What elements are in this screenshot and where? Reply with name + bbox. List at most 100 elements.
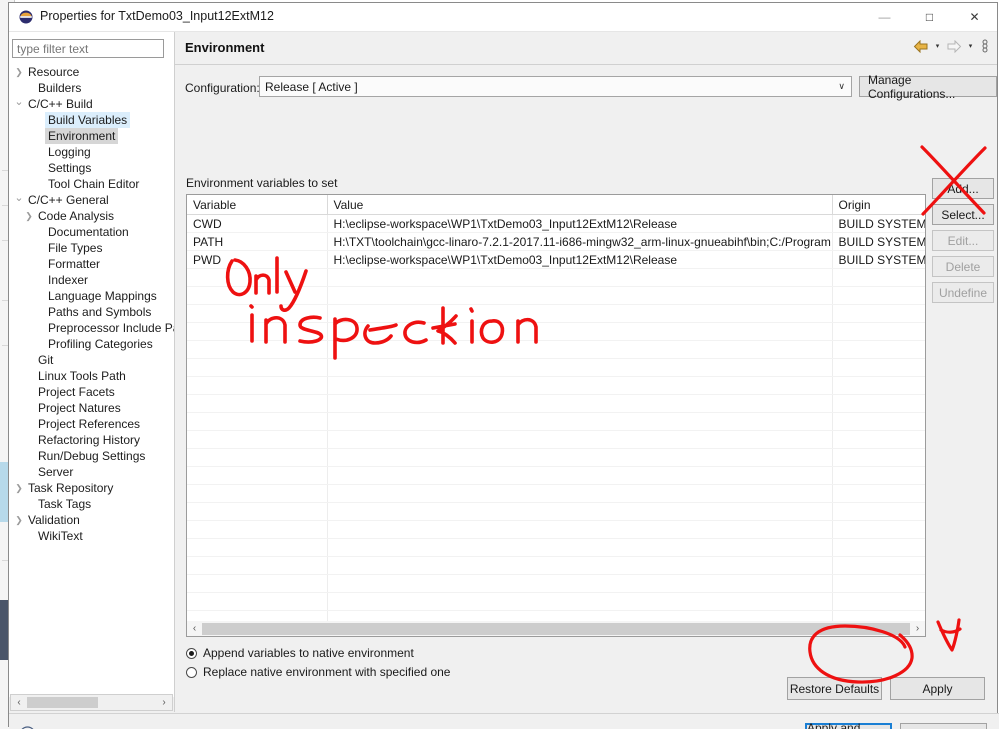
- table-empty-row[interactable]: [187, 575, 926, 593]
- properties-dialog: Properties for TxtDemo03_Input12ExtM12 —…: [8, 2, 998, 727]
- sidebar-item-c-c-build[interactable]: ⌄C/C++ Build: [9, 96, 174, 112]
- environment-table-wrapper: Variable Value Origin CWDH:\eclipse-work…: [186, 194, 926, 636]
- table-scroll-thumb[interactable]: [202, 623, 910, 635]
- table-empty-row[interactable]: [187, 341, 926, 359]
- sidebar-item-profiling-categories[interactable]: Profiling Categories: [9, 336, 174, 352]
- sidebar-item-preprocessor-include-pat[interactable]: Preprocessor Include Pat: [9, 320, 174, 336]
- table-empty-row[interactable]: [187, 449, 926, 467]
- table-row[interactable]: PWDH:\eclipse-workspace\WP1\TxtDemo03_In…: [187, 251, 926, 269]
- table-empty-row[interactable]: [187, 521, 926, 539]
- column-header-variable[interactable]: Variable: [187, 195, 327, 215]
- sidebar-item-project-natures[interactable]: Project Natures: [9, 400, 174, 416]
- sidebar-item-validation[interactable]: ❯Validation: [9, 512, 174, 528]
- chevron-right-icon[interactable]: ❯: [13, 512, 25, 528]
- restore-defaults-button[interactable]: Restore Defaults: [787, 677, 882, 700]
- minimize-button[interactable]: —: [862, 3, 907, 31]
- sidebar-item-task-repository[interactable]: ❯Task Repository: [9, 480, 174, 496]
- table-empty-row[interactable]: [187, 557, 926, 575]
- sidebar-item-server[interactable]: Server: [9, 464, 174, 480]
- maximize-button[interactable]: □: [907, 3, 952, 31]
- back-arrow-icon[interactable]: [913, 40, 929, 53]
- table-empty-row[interactable]: [187, 539, 926, 557]
- table-empty-row[interactable]: [187, 395, 926, 413]
- apply-and-close-button[interactable]: Apply and Close: [805, 723, 892, 729]
- table-empty-row[interactable]: [187, 431, 926, 449]
- sidebar-item-task-tags[interactable]: Task Tags: [9, 496, 174, 512]
- forward-dropdown-caret[interactable]: ▾: [966, 38, 975, 54]
- sidebar-item-wikitext[interactable]: WikiText: [9, 528, 174, 544]
- sidebar-item-linux-tools-path[interactable]: Linux Tools Path: [9, 368, 174, 384]
- table-row[interactable]: PATHH:\TXT\toolchain\gcc-linaro-7.2.1-20…: [187, 233, 926, 251]
- table-row[interactable]: CWDH:\eclipse-workspace\WP1\TxtDemo03_In…: [187, 215, 926, 233]
- table-empty-row[interactable]: [187, 305, 926, 323]
- radio-indicator[interactable]: [186, 648, 197, 659]
- table-empty-row[interactable]: [187, 467, 926, 485]
- filter-box[interactable]: [12, 39, 164, 58]
- table-empty-row[interactable]: [187, 323, 926, 341]
- table-empty-row[interactable]: [187, 593, 926, 611]
- table-empty-row[interactable]: [187, 413, 926, 431]
- filter-input[interactable]: [13, 40, 163, 57]
- settings-tree-pane: ❯ResourceBuilders⌄C/C++ BuildBuild Varia…: [9, 32, 174, 697]
- sidebar-item-builders[interactable]: Builders: [9, 80, 174, 96]
- table-scroll-left-arrow[interactable]: ‹: [187, 623, 202, 634]
- column-header-origin[interactable]: Origin: [832, 195, 926, 215]
- manage-configurations-button[interactable]: Manage Configurations...: [859, 76, 997, 97]
- sidebar-item-logging[interactable]: Logging: [9, 144, 174, 160]
- cancel-button[interactable]: Cancel: [900, 723, 987, 729]
- add-button[interactable]: Add...: [932, 178, 994, 199]
- tree-scroll-track[interactable]: [27, 697, 156, 708]
- sidebar-item-settings[interactable]: Settings: [9, 160, 174, 176]
- table-scroll-right-arrow[interactable]: ›: [910, 623, 925, 634]
- sidebar-item-code-analysis[interactable]: ❯Code Analysis: [9, 208, 174, 224]
- sidebar-item-resource[interactable]: ❯Resource: [9, 64, 174, 80]
- tree-scroll-thumb[interactable]: [27, 697, 98, 708]
- table-empty-row[interactable]: [187, 287, 926, 305]
- apply-button[interactable]: Apply: [890, 677, 985, 700]
- table-empty-row[interactable]: [187, 377, 926, 395]
- sidebar-item-indexer[interactable]: Indexer: [9, 272, 174, 288]
- sidebar-item-build-variables[interactable]: Build Variables: [9, 112, 174, 128]
- sidebar-item-paths-and-symbols[interactable]: Paths and Symbols: [9, 304, 174, 320]
- chevron-down-icon[interactable]: ⌄: [13, 94, 25, 110]
- sidebar-item-formatter[interactable]: Formatter: [9, 256, 174, 272]
- radio-indicator[interactable]: [186, 667, 197, 678]
- chevron-right-icon[interactable]: ❯: [23, 208, 35, 224]
- configuration-label: Configuration:: [185, 81, 260, 95]
- chevron-down-icon[interactable]: ⌄: [13, 190, 25, 206]
- sidebar-item-c-c-general[interactable]: ⌄C/C++ General: [9, 192, 174, 208]
- view-menu-icon[interactable]: [981, 38, 989, 54]
- sidebar-item-tool-chain-editor[interactable]: Tool Chain Editor: [9, 176, 174, 192]
- table-empty-row[interactable]: [187, 503, 926, 521]
- table-horizontal-scrollbar[interactable]: ‹ ›: [186, 621, 926, 637]
- sidebar-item-project-references[interactable]: Project References: [9, 416, 174, 432]
- sidebar-item-refactoring-history[interactable]: Refactoring History: [9, 432, 174, 448]
- tree-scroll-left-arrow[interactable]: ‹: [11, 697, 27, 708]
- tree-scroll-right-arrow[interactable]: ›: [156, 697, 172, 708]
- sidebar-item-environment[interactable]: Environment: [9, 128, 174, 144]
- table-empty-row[interactable]: [187, 359, 926, 377]
- sidebar-item-project-facets[interactable]: Project Facets: [9, 384, 174, 400]
- select-button[interactable]: Select...: [932, 204, 994, 225]
- radio-replace-environment[interactable]: Replace native environment with specifie…: [186, 663, 450, 682]
- radio-append-variables[interactable]: Append variables to native environment: [186, 644, 450, 663]
- back-dropdown-caret[interactable]: ▾: [933, 38, 942, 54]
- table-empty-row[interactable]: [187, 485, 926, 503]
- close-button[interactable]: ✕: [952, 3, 997, 31]
- table-action-buttons: Add...Select...Edit...DeleteUndefine: [932, 178, 994, 308]
- settings-tree[interactable]: ❯ResourceBuilders⌄C/C++ BuildBuild Varia…: [9, 64, 174, 692]
- chevron-right-icon[interactable]: ❯: [13, 480, 25, 496]
- table-empty-row[interactable]: [187, 269, 926, 287]
- sidebar-item-file-types[interactable]: File Types: [9, 240, 174, 256]
- chevron-down-icon[interactable]: ∨: [838, 81, 845, 92]
- sidebar-item-language-mappings[interactable]: Language Mappings: [9, 288, 174, 304]
- chevron-right-icon[interactable]: ❯: [13, 64, 25, 80]
- forward-arrow-icon[interactable]: [946, 40, 962, 53]
- sidebar-item-documentation[interactable]: Documentation: [9, 224, 174, 240]
- table-scroll-track[interactable]: [202, 623, 910, 635]
- configuration-select[interactable]: Release [ Active ] ∨: [259, 76, 852, 97]
- column-header-value[interactable]: Value: [327, 195, 832, 215]
- tree-horizontal-scrollbar[interactable]: ‹ ›: [10, 694, 173, 711]
- sidebar-item-run-debug-settings[interactable]: Run/Debug Settings: [9, 448, 174, 464]
- sidebar-item-git[interactable]: Git: [9, 352, 174, 368]
